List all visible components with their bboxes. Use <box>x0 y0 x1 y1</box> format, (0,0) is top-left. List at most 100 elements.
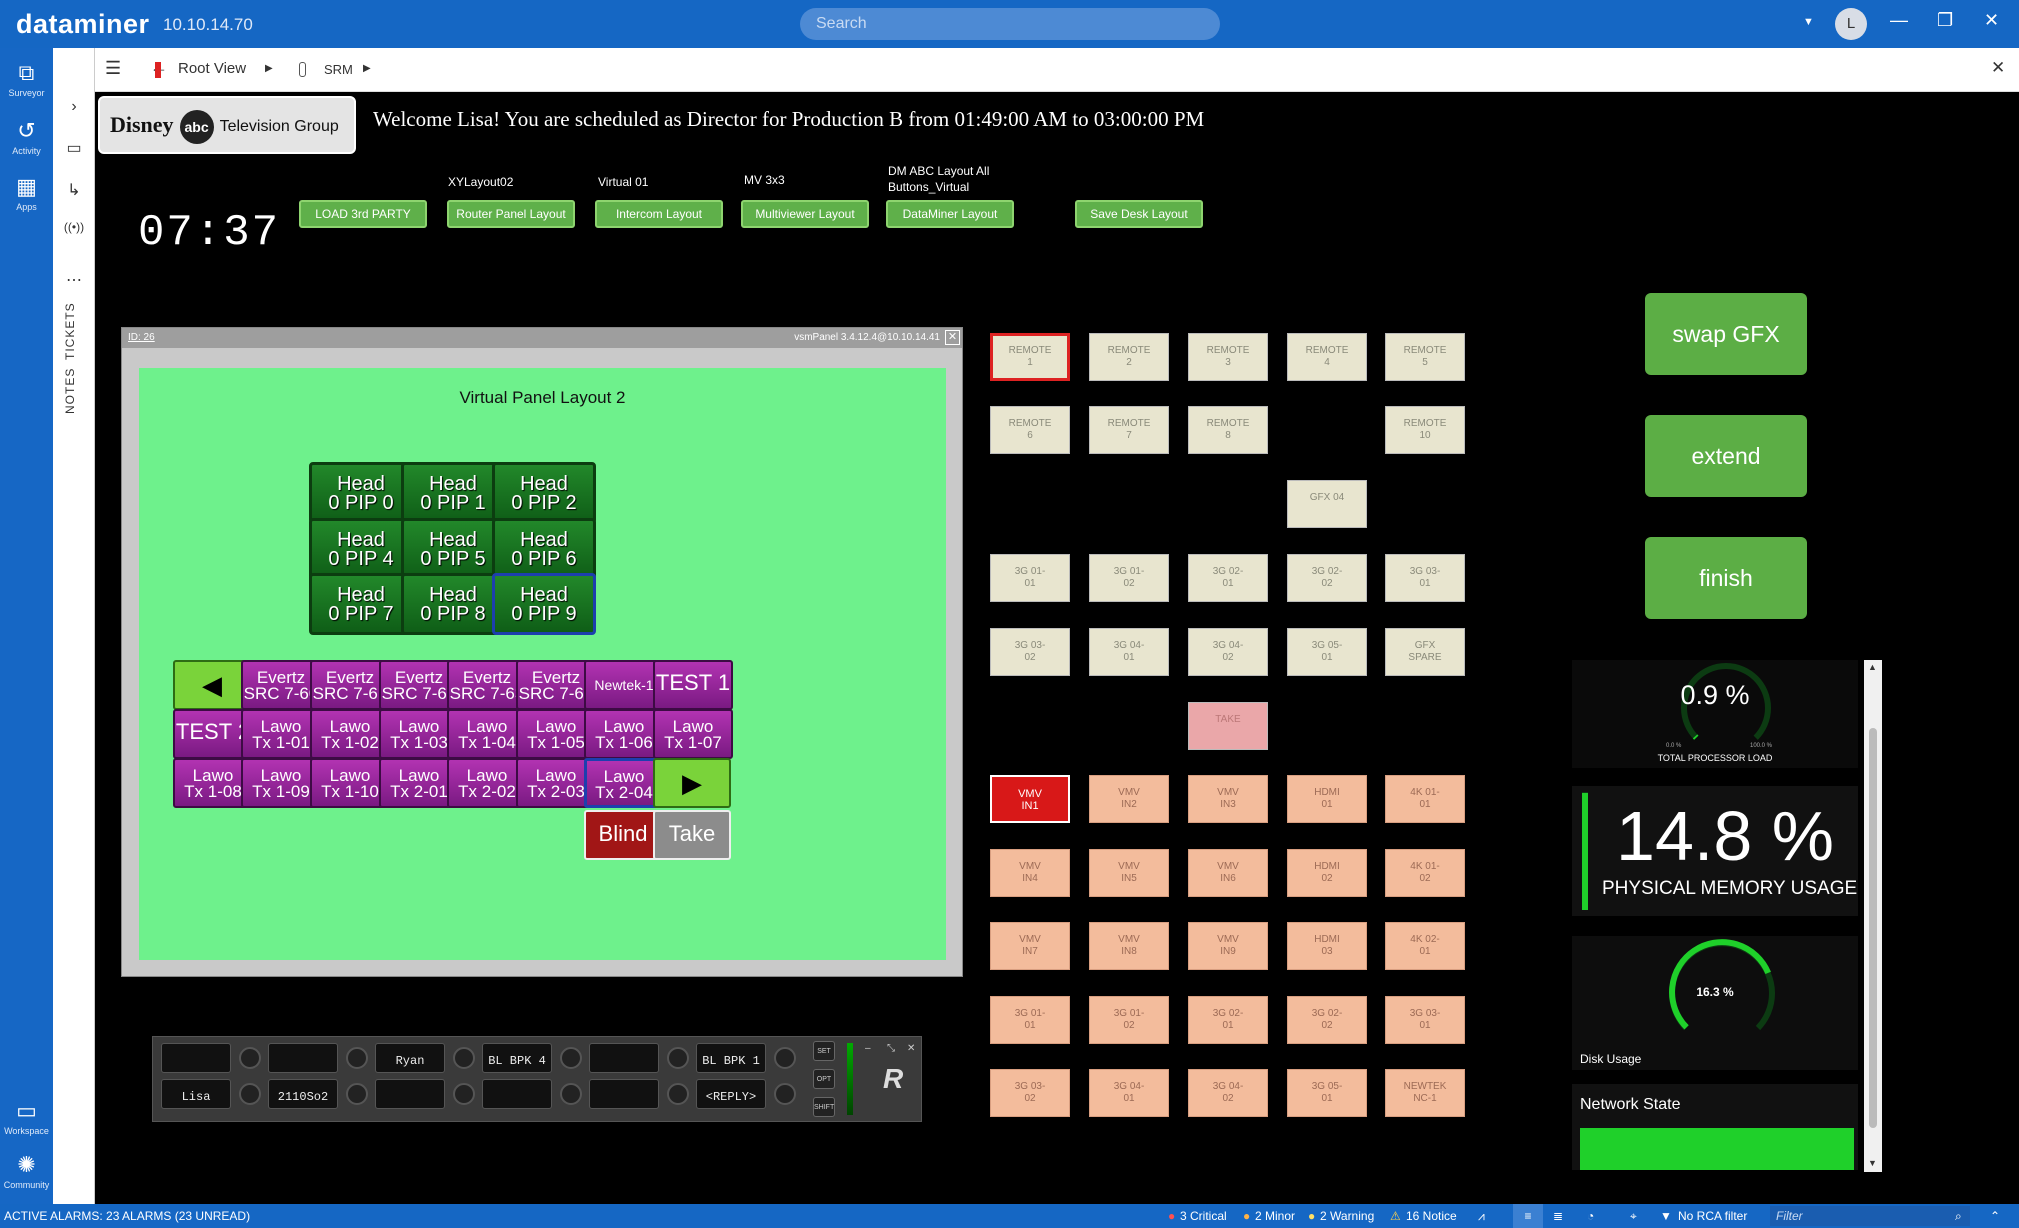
source-button[interactable]: Lawo Tx 1-01 <box>241 709 321 759</box>
multiviewer-source-button[interactable]: VMV IN3 <box>1188 775 1268 823</box>
multiviewer-source-button[interactable]: VMV IN7 <box>990 922 1070 970</box>
router-source-button[interactable]: 3G 02- 02 <box>1287 554 1367 602</box>
head-pip-button[interactable]: Head 0 PIP 0 <box>309 462 413 524</box>
multiviewer-source-button[interactable]: 4K 01- 01 <box>1385 775 1465 823</box>
intercom-key-knob[interactable] <box>346 1083 368 1105</box>
intercom-key-display[interactable] <box>589 1079 659 1109</box>
scroll-up-icon[interactable]: ▲ <box>1868 662 1877 672</box>
close-window-icon[interactable]: ✕ <box>1984 10 1999 31</box>
head-pip-button[interactable]: Head 0 PIP 5 <box>401 518 505 580</box>
remote-button[interactable]: REMOTE 8 <box>1188 406 1268 454</box>
remote-button[interactable]: REMOTE 10 <box>1385 406 1465 454</box>
trend-icon[interactable]: ⩘ <box>1478 1204 1485 1228</box>
expand-icon[interactable]: › <box>53 98 95 116</box>
intercom-key-display[interactable] <box>161 1043 231 1073</box>
search-input[interactable]: Search <box>800 8 1220 40</box>
take-cut-button[interactable]: TAKE <box>1188 702 1268 750</box>
monitor-icon[interactable]: ▭ <box>53 138 95 158</box>
previous-page-button[interactable]: ◀ <box>173 660 251 710</box>
source-button[interactable]: Evertz SRC 7-61 <box>310 660 390 710</box>
intercom-key-display[interactable]: Lisa <box>161 1079 231 1109</box>
load-3rd-party-button[interactable]: LOAD 3rd PARTY <box>299 200 427 228</box>
next-page-button[interactable]: ▶ <box>653 758 731 808</box>
head-pip-button[interactable]: Head 0 PIP 1 <box>401 462 505 524</box>
pie-icon[interactable]: ◔ <box>1587 1204 1594 1228</box>
remote-button[interactable]: REMOTE 3 <box>1188 333 1268 381</box>
intercom-set-button[interactable]: SET <box>813 1041 835 1061</box>
menu-icon[interactable]: ☰ <box>105 58 121 79</box>
scroll-down-icon[interactable]: ▼ <box>1868 1158 1877 1168</box>
multiviewer-source-button[interactable]: 3G 03- 02 <box>990 1069 1070 1117</box>
multiviewer-source-button[interactable]: VMV IN5 <box>1089 849 1169 897</box>
multiviewer-source-button[interactable]: HDMI 01 <box>1287 775 1367 823</box>
multiviewer-source-button[interactable]: VMV IN9 <box>1188 922 1268 970</box>
multiviewer-source-button[interactable]: VMV IN4 <box>990 849 1070 897</box>
swap-gfx-button[interactable]: swap GFX <box>1645 293 1807 375</box>
alarm-filter-input[interactable]: Filter <box>1770 1206 1970 1226</box>
rail-workspace[interactable]: ▭ Workspace <box>0 1098 53 1136</box>
router-source-button[interactable]: GFX SPARE <box>1385 628 1465 676</box>
source-button[interactable]: Evertz SRC 7-60 <box>241 660 321 710</box>
intercom-key-display[interactable] <box>482 1079 552 1109</box>
multiviewer-source-button[interactable]: 3G 04- 02 <box>1188 1069 1268 1117</box>
notes-tab[interactable]: NOTES <box>63 368 77 414</box>
source-button[interactable]: Lawo Tx 1-06 <box>584 709 664 759</box>
intercom-shift-button[interactable]: SHIFT <box>813 1097 835 1117</box>
breadcrumb-arrow-icon[interactable]: ▶ <box>363 63 371 74</box>
intercom-layout-button[interactable]: Intercom Layout <box>595 200 723 228</box>
source-button[interactable]: Lawo Tx 2-04 <box>584 758 664 808</box>
router-source-button[interactable]: 3G 03- 02 <box>990 628 1070 676</box>
multiviewer-source-button[interactable]: 4K 02- 01 <box>1385 922 1465 970</box>
intercom-key-knob[interactable] <box>560 1047 582 1069</box>
router-source-button[interactable]: 3G 03- 01 <box>1385 554 1465 602</box>
warning-count[interactable]: 2 Warning <box>1320 1204 1374 1228</box>
head-pip-button[interactable]: Head 0 PIP 4 <box>309 518 413 580</box>
intercom-key-display[interactable]: <REPLY> <box>696 1079 766 1109</box>
source-button[interactable]: TEST 1 <box>653 660 733 710</box>
intercom-key-knob[interactable] <box>667 1047 689 1069</box>
intercom-key-knob[interactable] <box>239 1083 261 1105</box>
remote-button[interactable]: REMOTE 7 <box>1089 406 1169 454</box>
head-pip-button[interactable]: Head 0 PIP 8 <box>401 573 505 635</box>
gfx-button[interactable]: GFX 04 <box>1287 480 1367 528</box>
intercom-key-display[interactable] <box>268 1043 338 1073</box>
multiviewer-source-button[interactable]: VMV IN1 <box>990 775 1070 823</box>
source-button[interactable]: Lawo Tx 1-10 <box>310 758 390 808</box>
rail-community[interactable]: ✺ Community <box>0 1152 53 1190</box>
source-button[interactable]: Lawo Tx 2-02 <box>447 758 527 808</box>
intercom-key-knob[interactable] <box>239 1047 261 1069</box>
multiviewer-source-button[interactable]: 3G 05- 01 <box>1287 1069 1367 1117</box>
multiviewer-source-button[interactable]: 3G 01- 02 <box>1089 996 1169 1044</box>
search-icon[interactable]: ⌕ <box>1955 1204 1962 1228</box>
chevron-up-icon[interactable]: ⌃ <box>1990 1204 2000 1228</box>
multiviewer-source-button[interactable]: 3G 02- 01 <box>1188 996 1268 1044</box>
multiviewer-source-button[interactable]: 3G 02- 02 <box>1287 996 1367 1044</box>
filter-icon[interactable]: ▼ <box>1660 1204 1672 1228</box>
head-pip-button[interactable]: Head 0 PIP 7 <box>309 573 413 635</box>
router-source-button[interactable]: 3G 01- 01 <box>990 554 1070 602</box>
finish-button[interactable]: finish <box>1645 537 1807 619</box>
chevron-down-icon[interactable]: ▼ <box>1803 16 1814 28</box>
close-icon[interactable]: ✕ <box>945 330 960 345</box>
list-view-icon[interactable]: ≡ <box>1513 1204 1543 1228</box>
breadcrumb-root[interactable]: Root View <box>178 60 246 77</box>
source-button[interactable]: Newtek-1 <box>584 660 664 710</box>
source-button[interactable]: Lawo Tx 1-02 <box>310 709 390 759</box>
minor-count[interactable]: 2 Minor <box>1255 1204 1295 1228</box>
intercom-key-display[interactable]: BL BPK 1 <box>696 1043 766 1073</box>
notice-count[interactable]: 16 Notice <box>1406 1204 1457 1228</box>
multiviewer-layout-button[interactable]: Multiviewer Layout <box>741 200 869 228</box>
intercom-key-knob[interactable] <box>453 1083 475 1105</box>
router-panel-layout-button[interactable]: Router Panel Layout <box>447 200 575 228</box>
remote-button[interactable]: REMOTE 2 <box>1089 333 1169 381</box>
intercom-key-knob[interactable] <box>453 1047 475 1069</box>
intercom-key-display[interactable]: BL BPK 4 <box>482 1043 552 1073</box>
close-card-icon[interactable]: ✕ <box>1991 58 2005 78</box>
head-pip-button[interactable]: Head 0 PIP 6 <box>492 518 596 580</box>
source-button[interactable]: Lawo Tx 1-04 <box>447 709 527 759</box>
tickets-tab[interactable]: TICKETS <box>63 302 77 360</box>
more-icon[interactable]: ⋯ <box>53 270 95 290</box>
intercom-key-knob[interactable] <box>560 1083 582 1105</box>
intercom-opt-button[interactable]: OPT <box>813 1069 835 1089</box>
multiviewer-source-button[interactable]: NEWTEK NC-1 <box>1385 1069 1465 1117</box>
